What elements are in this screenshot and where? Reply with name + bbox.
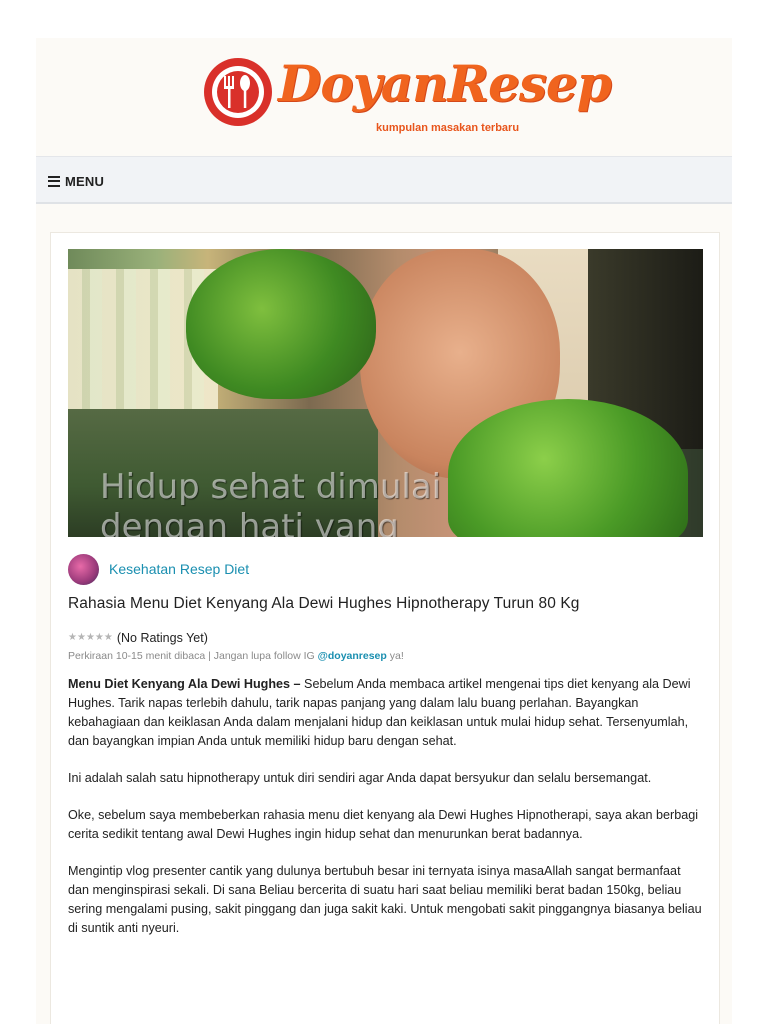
category-link[interactable]: Kesehatan Resep Diet — [109, 561, 249, 577]
fork-spoon-icon — [224, 75, 250, 108]
star-icon[interactable]: ★ — [68, 632, 77, 644]
star-icon[interactable]: ★ — [104, 632, 113, 644]
star-icon[interactable]: ★ — [77, 632, 86, 644]
hero-caption-line1: Hidup sehat dimulai — [100, 467, 442, 507]
rating-row: ★ ★ ★ ★ ★ (No Ratings Yet) — [68, 630, 208, 646]
instagram-link[interactable]: @doyanresep — [318, 650, 387, 662]
hero-caption-line2: dengan hati yang — [100, 507, 399, 537]
star-rating[interactable]: ★ ★ ★ ★ ★ — [68, 632, 113, 644]
lead-paragraph: Menu Diet Kenyang Ala Dewi Hughes – Sebe… — [68, 675, 704, 751]
nav-bar: MENU — [36, 156, 732, 204]
post-meta: Perkiraan 10-15 menit dibaca | Jangan lu… — [68, 650, 404, 662]
logo-wordmark: DoyanResep — [278, 54, 612, 113]
meta-prefix: Perkiraan 10-15 menit dibaca | Jangan lu… — [68, 650, 318, 662]
site-logo[interactable]: DoyanResep kumpulan masakan terbaru — [204, 52, 612, 152]
article-body: Menu Diet Kenyang Ala Dewi Hughes – Sebe… — [68, 675, 704, 956]
meta-suffix: ya! — [386, 650, 404, 662]
body-paragraph: Ini adalah salah satu hipnotherapy untuk… — [68, 771, 652, 785]
lead-bold: Menu Diet Kenyang Ala Dewi Hughes – — [68, 677, 301, 691]
hero-image[interactable]: Hidup sehat dimulai dengan hati yang — [68, 249, 703, 537]
logo-badge-icon — [204, 58, 272, 126]
hero-caption: Hidup sehat dimulai dengan hati yang — [100, 467, 441, 537]
article-card: Hidup sehat dimulai dengan hati yang Kes… — [50, 232, 720, 1024]
hamburger-icon — [48, 175, 60, 187]
body-paragraph: Oke, sebelum saya membeberkan rahasia me… — [68, 808, 699, 841]
rating-text: (No Ratings Yet) — [116, 631, 208, 645]
menu-label: MENU — [65, 173, 105, 189]
author-row: Kesehatan Resep Diet — [68, 553, 249, 585]
star-icon[interactable]: ★ — [86, 632, 95, 644]
page-container: DoyanResep kumpulan masakan terbaru MENU… — [36, 38, 732, 1024]
logo-tagline: kumpulan masakan terbaru — [376, 122, 520, 134]
menu-button[interactable]: MENU — [48, 169, 104, 193]
body-paragraph: Mengintip vlog presenter cantik yang dul… — [68, 864, 702, 935]
post-title: Rahasia Menu Diet Kenyang Ala Dewi Hughe… — [68, 595, 580, 612]
avatar[interactable] — [68, 553, 99, 585]
site-header: DoyanResep kumpulan masakan terbaru — [36, 38, 732, 156]
star-icon[interactable]: ★ — [95, 632, 104, 644]
